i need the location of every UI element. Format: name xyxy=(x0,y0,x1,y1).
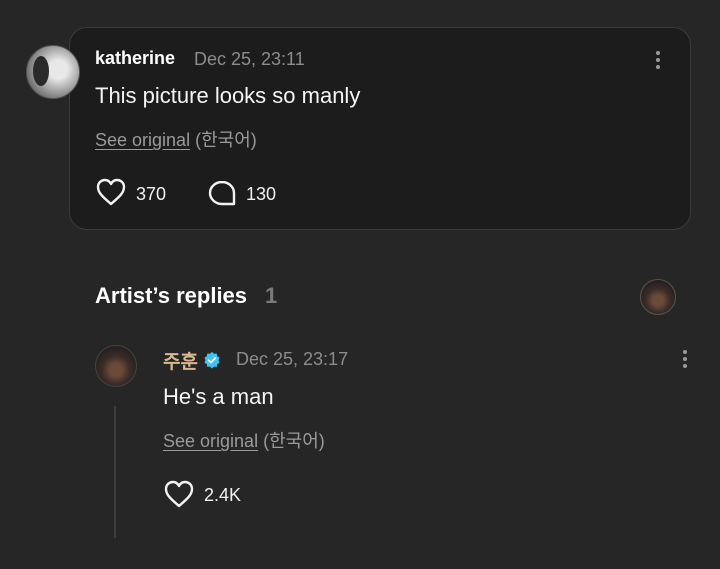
comment-username[interactable]: katherine xyxy=(95,48,175,69)
original-language: (한국어) xyxy=(195,130,257,150)
section-count: 1 xyxy=(265,283,278,308)
speech-bubble-icon xyxy=(208,180,236,206)
original-language: (한국어) xyxy=(263,431,325,451)
reply-text: He's a man xyxy=(163,384,274,409)
comment-thread: katherine Dec 25, 23:11 This picture loo… xyxy=(0,0,720,569)
reply-count: 130 xyxy=(246,184,277,204)
like-count: 2.4K xyxy=(204,485,242,505)
see-original: See original (한국어) xyxy=(163,427,325,453)
see-original-link[interactable]: See original xyxy=(163,431,258,451)
like-count: 370 xyxy=(136,184,167,204)
avatar[interactable] xyxy=(26,45,80,99)
heart-icon xyxy=(164,480,194,508)
more-vertical-icon[interactable] xyxy=(675,346,695,372)
section-title: Artist’s replies xyxy=(95,283,248,308)
like-button[interactable] xyxy=(163,479,197,511)
comment-timestamp: Dec 25, 23:11 xyxy=(194,49,305,69)
avatar[interactable] xyxy=(640,279,676,315)
reply-button[interactable] xyxy=(207,179,237,209)
comment-text: This picture looks so manly xyxy=(95,83,361,108)
thread-line xyxy=(114,406,116,538)
heart-icon xyxy=(96,178,126,206)
like-button[interactable] xyxy=(95,177,129,209)
reply-timestamp: Dec 25, 23:17 xyxy=(236,349,349,369)
reply-username[interactable]: 주훈 xyxy=(163,347,198,374)
avatar[interactable] xyxy=(95,345,137,387)
see-original: See original (한국어) xyxy=(95,126,257,152)
see-original-link[interactable]: See original xyxy=(95,130,190,150)
verified-badge-icon xyxy=(204,351,220,369)
more-vertical-icon[interactable] xyxy=(648,47,668,73)
